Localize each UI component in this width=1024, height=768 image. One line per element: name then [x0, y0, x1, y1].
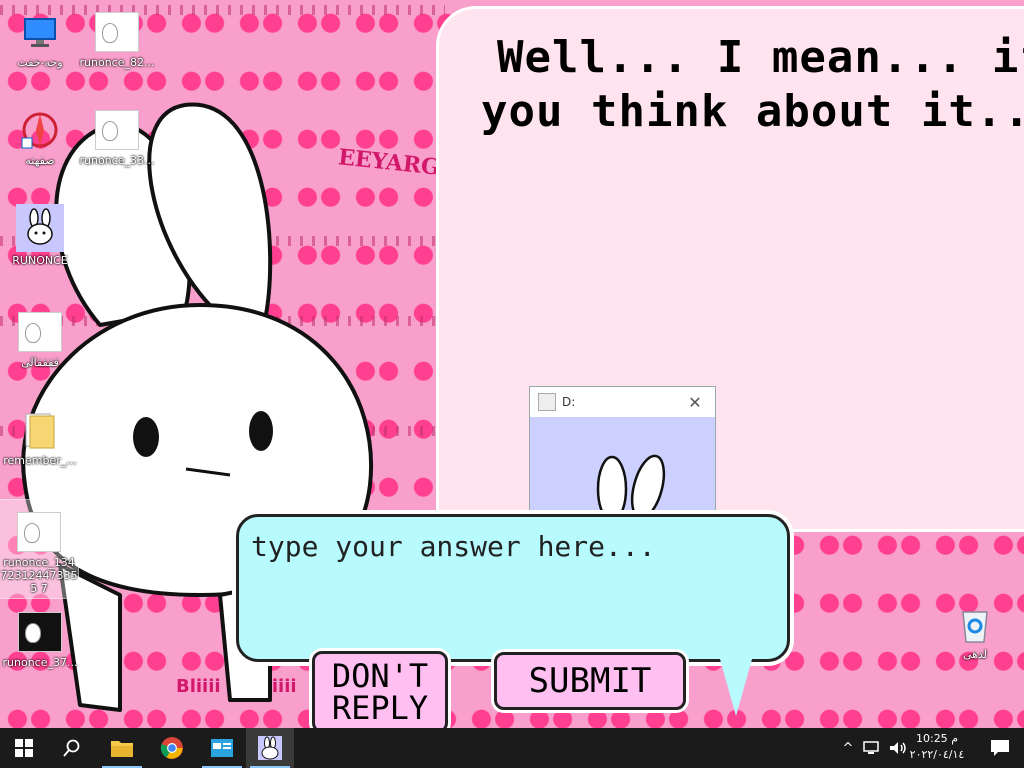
dialog-line-1: Well... I mean... if	[497, 32, 1024, 83]
desktop-icon-label: وحه-خفت	[17, 56, 63, 69]
dont-reply-label-line1: DON'T	[331, 657, 429, 695]
desktop-icon-runonce-134[interactable]: runonce_134 723124473355 7	[0, 499, 79, 599]
desktop-icon-computer[interactable]: وحه-خفت	[1, 10, 79, 69]
network-icon[interactable]	[862, 740, 882, 756]
bunny-app-icon	[16, 204, 64, 252]
desktop-icon-shortcut[interactable]: صفهته	[1, 108, 79, 167]
image-file-icon	[95, 12, 139, 52]
clock-date: ٢٠٢٢/٠٤/١٤	[909, 748, 965, 761]
window-title: D:	[562, 395, 576, 409]
desktop-icon-label: runonce_82...	[79, 56, 155, 69]
desktop-icon-recycle-bin[interactable]: لدهی	[936, 602, 1014, 661]
start-button[interactable]	[0, 728, 48, 768]
dont-reply-button[interactable]: DON'T REPLY	[312, 651, 448, 733]
dialog-line-2: you think about it...	[481, 86, 1024, 137]
dialog-speech-bubble: Well... I mean... if you think about it.…	[436, 6, 1024, 532]
answer-bubble-tail	[718, 652, 754, 716]
chevron-up-icon[interactable]: ^	[838, 741, 858, 756]
image-file-icon	[95, 110, 139, 150]
dialog-text: Well... I mean... if you think about it.…	[481, 31, 1024, 139]
desktop-icon-label: لدهی	[962, 648, 988, 661]
monitor-icon	[18, 10, 62, 54]
clock-time: 10:25 م	[915, 732, 958, 745]
desktop-icon-label: RUNONCE	[12, 254, 68, 267]
image-file-icon	[18, 612, 62, 652]
runonce-taskbar-button[interactable]	[246, 728, 294, 768]
desktop-icon-label: remember_...	[3, 454, 77, 467]
image-file-icon	[18, 312, 62, 352]
chrome-icon	[160, 737, 183, 759]
shortcut-icon	[18, 108, 62, 152]
app-window-button[interactable]	[198, 728, 246, 768]
windows-icon	[15, 739, 33, 757]
search-icon	[63, 739, 80, 757]
bunny-app-icon	[258, 736, 282, 760]
desktop-icon-label: runonce_33...	[79, 154, 155, 167]
desktop-icon-label: runonce_134 723124473355 7	[0, 556, 78, 595]
desktop-icon-file[interactable]: ققققالی	[1, 310, 79, 369]
bunny-ears-image	[596, 454, 666, 517]
small-bunny-window[interactable]: D: ✕	[529, 386, 716, 518]
desktop-icon-runonce-37[interactable]: runonce_37...	[1, 610, 79, 669]
close-icon[interactable]: ✕	[675, 393, 715, 412]
app-icon	[211, 739, 233, 757]
answer-input[interactable]	[249, 529, 773, 564]
desktop-icon-runonce-33[interactable]: runonce_33...	[78, 108, 156, 167]
notification-icon	[991, 740, 1009, 756]
folder-icon	[18, 408, 62, 452]
notification-center-button[interactable]: ٢	[976, 728, 1024, 768]
desktop-icon-runonce-app[interactable]: RUNONCE	[1, 204, 79, 267]
window-titlebar[interactable]: D: ✕	[530, 387, 715, 417]
recycle-bin-icon	[953, 602, 997, 646]
desktop-icon-remember-folder[interactable]: remember_...	[1, 408, 79, 467]
desktop-icon-runonce-82[interactable]: runonce_82...	[78, 10, 156, 69]
answer-box	[236, 514, 790, 662]
image-file-icon	[17, 512, 61, 552]
desktop-icon-label: ققققالی	[21, 356, 59, 369]
bunny-app-icon	[538, 393, 556, 411]
taskbar-clock[interactable]: 10:25 م ٢٠٢٢/٠٤/١٤	[900, 731, 974, 763]
notification-count: ٢	[1009, 746, 1014, 756]
system-tray: ^	[838, 728, 908, 768]
desktop-icon-label: runonce_37...	[2, 656, 78, 669]
chrome-button[interactable]	[148, 728, 196, 768]
file-explorer-button[interactable]	[98, 728, 146, 768]
desktop-icon-label: صفهته	[25, 154, 55, 167]
search-button[interactable]	[48, 728, 96, 768]
taskbar: ^ 10:25 م ٢٠٢٢/٠٤/١٤ ٢	[0, 728, 1024, 768]
folder-icon	[111, 741, 133, 757]
dont-reply-label-line2: REPLY	[331, 689, 429, 727]
submit-button[interactable]: SUBMIT	[494, 652, 686, 710]
